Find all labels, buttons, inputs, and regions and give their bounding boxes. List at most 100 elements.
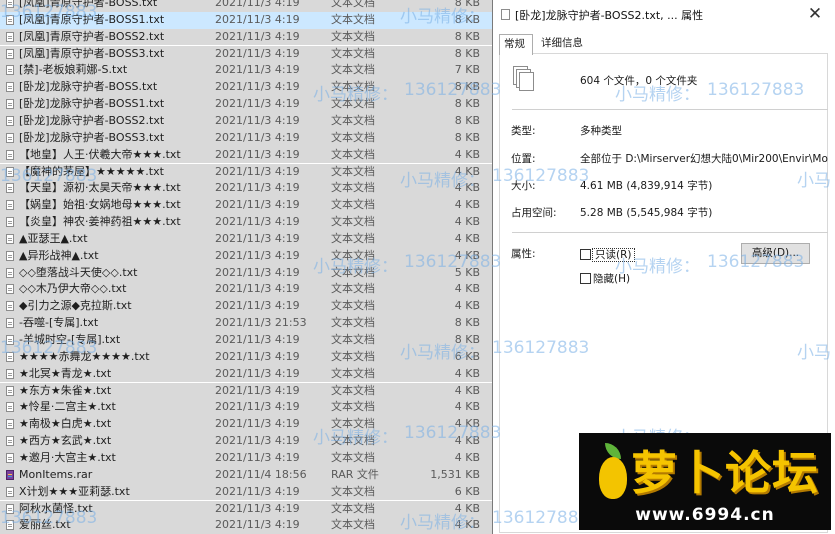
file-type: 文本文档 xyxy=(331,518,375,532)
text-file-icon xyxy=(6,48,14,59)
file-row[interactable]: ▲异形战神▲.txt 2021/11/3 4:19 文本文档 4 KB xyxy=(0,247,492,265)
file-row[interactable]: [卧龙]龙脉守护者-BOSS3.txt 2021/11/3 4:19 文本文档 8 K… xyxy=(0,129,492,147)
file-name: 【娲皇】始祖·女娲地母★★★.txt xyxy=(19,198,181,212)
text-file-icon xyxy=(6,31,14,42)
tab-general[interactable]: 常规 xyxy=(499,34,533,55)
file-name: -吞噬-[专属].txt xyxy=(19,316,99,330)
file-row[interactable]: [凤凰]青原守护者-BOSS1.txt 2021/11/3 4:19 文本文档 8 K… xyxy=(0,11,492,29)
file-row[interactable]: X计划★★★亚莉瑟.txt 2021/11/3 4:19 文本文档 6 KB xyxy=(0,483,492,501)
file-type: 文本文档 xyxy=(331,29,375,43)
file-row[interactable]: [凤凰]青原守护者-BOSS.txt 2021/11/3 4:19 文本文档 8 KB xyxy=(0,0,492,12)
file-row[interactable]: ★东方★朱雀★.txt 2021/11/3 4:19 文本文档 4 KB xyxy=(0,382,492,400)
text-file-icon xyxy=(6,486,14,497)
file-name: ◇◇木乃伊大帝◇◇.txt xyxy=(19,282,127,296)
text-file-icon xyxy=(6,503,14,514)
file-row[interactable]: [卧龙]龙脉守护者-BOSS.txt 2021/11/3 4:19 文本文档 8 KB xyxy=(0,79,492,97)
file-row[interactable]: [凤凰]青原守护者-BOSS3.txt 2021/11/3 4:19 文本文档 8 K… xyxy=(0,45,492,63)
file-row[interactable]: 【娲皇】始祖·女娲地母★★★.txt 2021/11/3 4:19 文本文档 4 KB xyxy=(0,197,492,214)
file-size: 5 KB xyxy=(454,265,480,279)
file-type: 文本文档 xyxy=(331,164,375,178)
text-file-icon xyxy=(6,183,14,194)
text-file-icon xyxy=(6,217,14,228)
file-name: X计划★★★亚莉瑟.txt xyxy=(19,484,130,498)
file-date: 2021/11/3 21:53 xyxy=(215,316,307,330)
file-row[interactable]: 爱丽丝.txt 2021/11/3 4:19 文本文档 4 KB xyxy=(0,517,492,534)
file-size: 8 KB xyxy=(454,46,480,60)
file-type: 文本文档 xyxy=(331,400,375,414)
file-row[interactable]: 【天皇】源初·太昊天帝★★★.txt 2021/11/3 4:19 文本文档 4 KB xyxy=(0,180,492,198)
file-date: 2021/11/3 4:19 xyxy=(215,231,300,245)
file-name: [凤凰]青原守护者-BOSS.txt xyxy=(19,0,158,9)
file-type: RAR 文件 xyxy=(331,467,379,481)
file-type: 文本文档 xyxy=(331,349,375,363)
file-date: 2021/11/3 4:19 xyxy=(215,349,300,363)
file-date: 2021/11/3 4:19 xyxy=(215,450,300,464)
file-size: 4 KB xyxy=(454,518,480,532)
file-row[interactable]: ★★★★赤舞龙★★★★.txt 2021/11/3 4:19 文本文档 6 KB xyxy=(0,348,492,366)
rar-archive-icon xyxy=(6,469,14,480)
file-size: 8 KB xyxy=(454,333,480,346)
file-name: ★邀月·大宫主★.txt xyxy=(19,450,116,464)
file-row[interactable]: 【地皇】人王·伏羲大帝★★★.txt 2021/11/3 4:19 文本文档 4 KB xyxy=(0,146,492,164)
text-file-icon xyxy=(6,402,14,413)
file-row[interactable]: ★西方★玄武★.txt 2021/11/3 4:19 文本文档 4 KB xyxy=(0,433,492,450)
file-size: 6 KB xyxy=(454,484,480,498)
file-row[interactable]: ◆引力之源◆克拉斯.txt 2021/11/3 4:19 文本文档 4 KB xyxy=(0,298,492,316)
file-row[interactable]: [凤凰]青原守护者-BOSS2.txt 2021/11/3 4:19 文本文档 8 K… xyxy=(0,28,492,46)
file-type: 文本文档 xyxy=(331,366,375,380)
file-size: 4 KB xyxy=(454,198,480,212)
file-row[interactable]: -羊城时空-[专属].txt 2021/11/3 4:19 文本文档 8 KB xyxy=(0,332,492,349)
file-row[interactable]: ★邀月·大宫主★.txt 2021/11/3 4:19 文本文档 4 KB xyxy=(0,449,492,467)
file-size: 8 KB xyxy=(454,12,480,26)
text-file-icon xyxy=(6,200,14,211)
file-name: [卧龙]龙脉守护者-BOSS1.txt xyxy=(19,97,165,111)
file-row[interactable]: ▲亚瑟王▲.txt 2021/11/3 4:19 文本文档 4 KB xyxy=(0,230,492,248)
file-date: 2021/11/3 4:19 xyxy=(215,181,300,195)
advanced-button[interactable]: 高级(D)... xyxy=(741,243,810,264)
file-name: [卧龙]龙脉守护者-BOSS2.txt xyxy=(19,113,165,127)
dialog-titlebar[interactable]: [卧龙]龙脉守护者-BOSS2.txt, ... 属性 ✕ xyxy=(493,0,835,30)
file-row[interactable]: ◇◇堕落战斗天使◇◇.txt 2021/11/3 4:19 文本文档 5 KB xyxy=(0,264,492,282)
tab-details[interactable]: 详细信息 xyxy=(537,34,591,53)
file-row[interactable]: ◇◇木乃伊大帝◇◇.txt 2021/11/3 4:19 文本文档 4 KB xyxy=(0,281,492,299)
file-row[interactable]: [卧龙]龙脉守护者-BOSS2.txt 2021/11/3 4:19 文本文档 8 K… xyxy=(0,112,492,130)
forum-logo: 萝卜论坛 www.6994.cn xyxy=(579,433,831,530)
file-row[interactable]: 阿秋水菌怪.txt 2021/11/3 4:19 文本文档 4 KB xyxy=(0,500,492,518)
file-size: 4 KB xyxy=(454,181,480,195)
disk-size-label: 占用空间: xyxy=(511,207,557,219)
file-type: 文本文档 xyxy=(331,0,375,9)
file-size: 4 KB xyxy=(454,501,480,515)
file-name: 爱丽丝.txt xyxy=(19,518,71,532)
file-name: 【地皇】人王·伏羲大帝★★★.txt xyxy=(19,147,181,161)
file-name: 【炎皇】神农·姜神药祖★★★.txt xyxy=(19,215,181,229)
readonly-checkbox[interactable] xyxy=(580,249,591,260)
file-row[interactable]: 【魔神的茅屋】★★★★★.txt 2021/11/3 4:19 文本文档 4 KB xyxy=(0,163,492,181)
file-date: 2021/11/3 4:19 xyxy=(215,383,300,397)
file-type: 文本文档 xyxy=(331,97,375,111)
file-row[interactable]: ★北冥★青龙★.txt 2021/11/3 4:19 文本文档 4 KB xyxy=(0,365,492,383)
file-type: 文本文档 xyxy=(331,130,375,144)
file-row[interactable]: ★南极★白虎★.txt 2021/11/3 4:19 文本文档 4 KB xyxy=(0,416,492,434)
file-row[interactable]: MonItems.rar 2021/11/4 18:56 RAR 文件 1,531 K… xyxy=(0,466,492,484)
file-type: 文本文档 xyxy=(331,299,375,313)
file-size: 7 KB xyxy=(454,63,480,77)
file-date: 2021/11/3 4:19 xyxy=(215,282,300,296)
file-row[interactable]: -吞噬-[专属].txt 2021/11/3 21:53 文本文档 8 KB xyxy=(0,315,492,332)
hidden-label[interactable]: 隐藏(H) xyxy=(593,271,630,286)
dialog-title: [卧龙]龙脉守护者-BOSS2.txt, ... 属性 xyxy=(515,9,704,22)
size-value: 4.61 MB (4,839,914 字节) xyxy=(580,180,713,192)
radish-icon xyxy=(593,443,633,503)
file-row[interactable]: [卧龙]龙脉守护者-BOSS1.txt 2021/11/3 4:19 文本文档 8 K… xyxy=(0,96,492,113)
hidden-checkbox[interactable] xyxy=(580,273,591,284)
readonly-label[interactable]: 只读(R) xyxy=(592,248,635,262)
file-size: 8 KB xyxy=(454,97,480,111)
text-file-icon xyxy=(6,335,14,345)
file-row[interactable]: 【炎皇】神农·姜神药祖★★★.txt 2021/11/3 4:19 文本文档 4 KB xyxy=(0,214,492,231)
file-list: [凤凰]青原守护者-BOSS.txt 2021/11/3 4:19 文本文档 8 KB… xyxy=(0,0,492,534)
file-date: 2021/11/4 18:56 xyxy=(215,467,307,481)
file-row[interactable]: ★怜星·二宫主★.txt 2021/11/3 4:19 文本文档 4 KB xyxy=(0,399,492,417)
file-row[interactable]: [禁]-老板娘莉娜-S.txt 2021/11/3 4:19 文本文档 7 KB xyxy=(0,62,492,80)
file-date: 2021/11/3 4:19 xyxy=(215,130,300,144)
close-button[interactable]: ✕ xyxy=(795,0,835,30)
size-label: 大小: xyxy=(511,180,536,192)
